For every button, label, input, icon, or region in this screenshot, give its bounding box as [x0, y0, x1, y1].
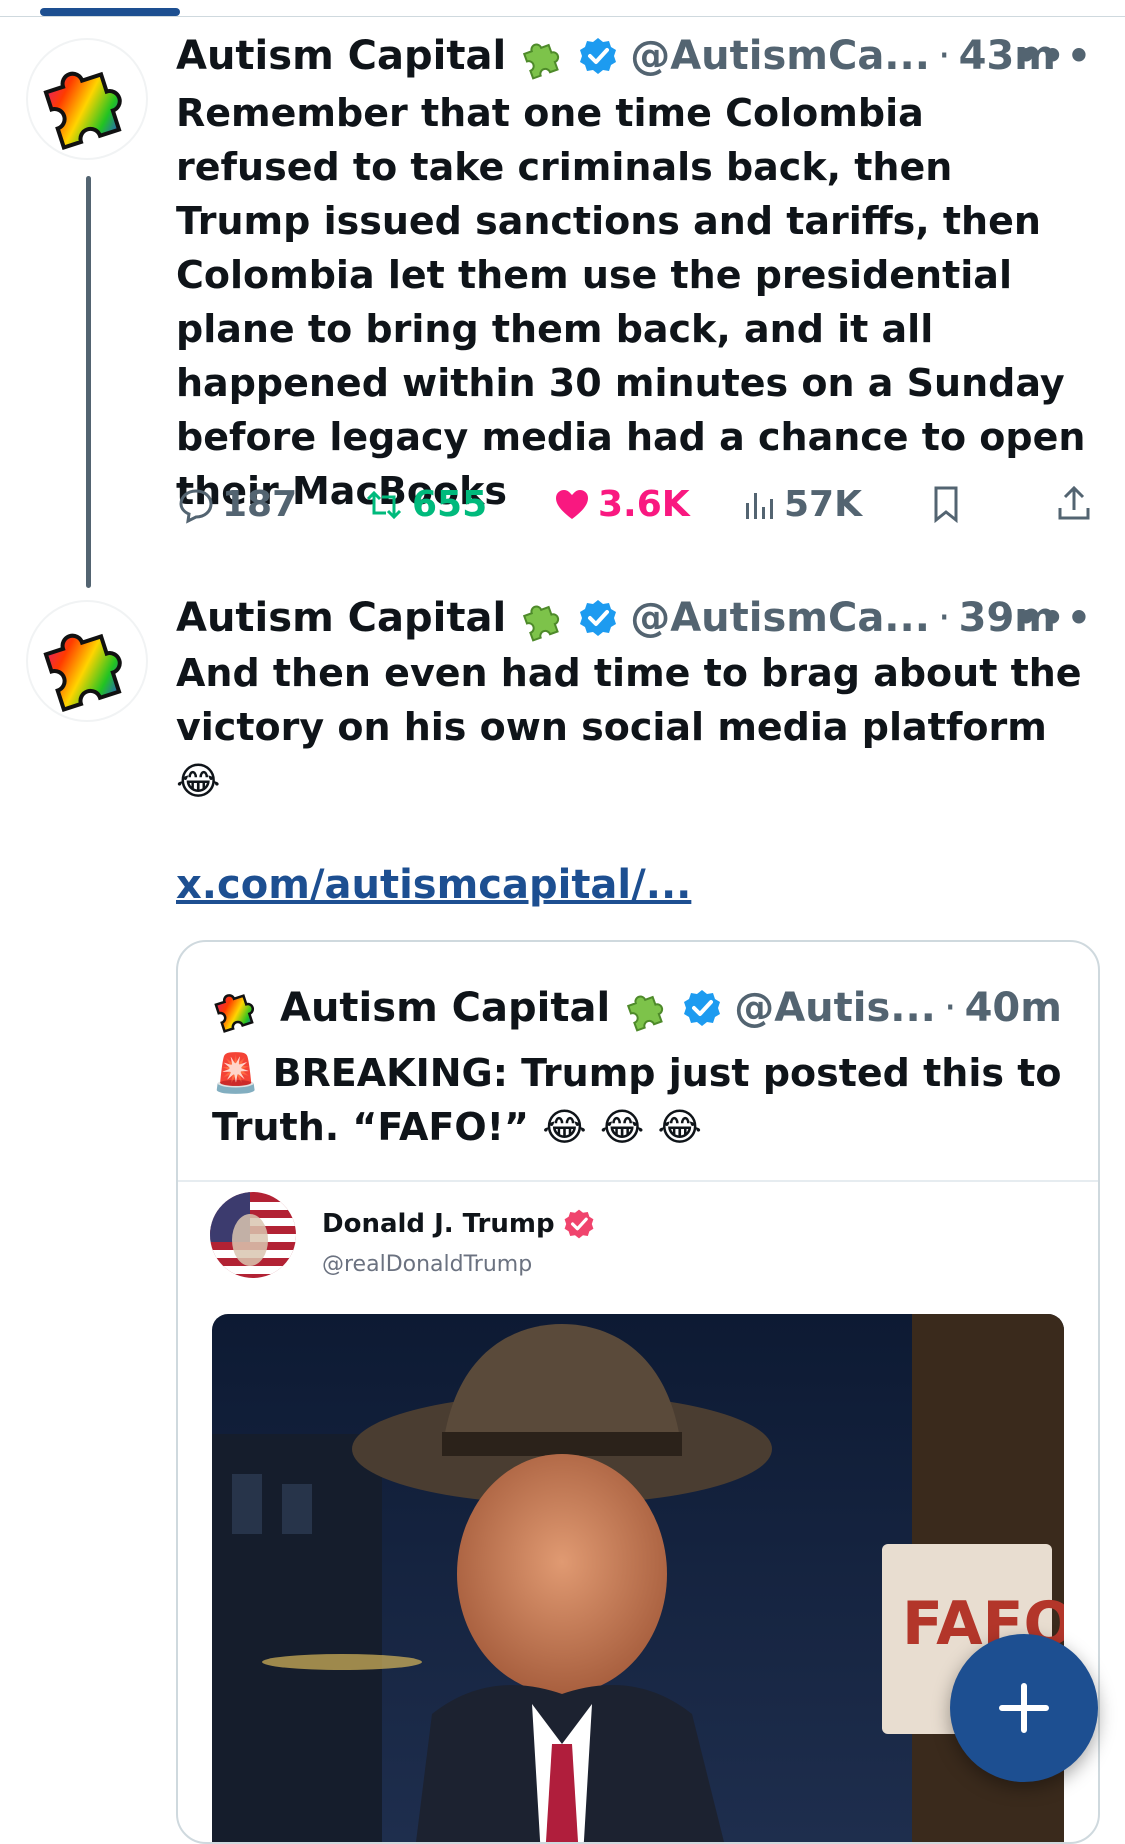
view-count: 57K — [784, 484, 862, 525]
tweet-text: And then even had time to brag about the… — [176, 646, 1096, 808]
puzzle-icon — [214, 994, 254, 1033]
repost-count: 655 — [412, 484, 488, 525]
verified-badge-icon — [580, 600, 617, 636]
truth-author-handle[interactable]: @realDonaldTrump — [322, 1252, 532, 1277]
compose-button[interactable] — [950, 1634, 1098, 1782]
tweet-text-content: And then even had time to brag about the… — [176, 651, 1082, 749]
puzzle-icon — [43, 71, 122, 151]
verified-badge-icon — [580, 38, 617, 74]
reply-button[interactable]: 187 — [176, 484, 297, 525]
views-icon — [746, 492, 773, 519]
more-icon[interactable]: ••• — [1014, 34, 1093, 78]
share-button[interactable] — [1056, 484, 1098, 524]
puzzle-icon — [43, 633, 122, 713]
tweet-text: Remember that one time Colombia refused … — [176, 91, 1086, 513]
tab-indicator — [40, 8, 180, 16]
flag-portrait-icon — [210, 1192, 296, 1278]
truth-name-text: Donald J. Trump — [322, 1209, 555, 1239]
quoted-author-name[interactable]: Autism Capital — [280, 985, 610, 1031]
quoted-author-handle[interactable]: @Autis... — [734, 985, 936, 1031]
puzzle-icon — [523, 43, 560, 80]
quoted-text: 🚨 BREAKING: Trump just posted this to Tr… — [212, 1046, 1082, 1154]
verified-badge-icon — [684, 990, 721, 1026]
puzzle-icon — [627, 995, 664, 1032]
tweet-header: Autism Capital @AutismCa... · 43m — [176, 30, 1056, 82]
tweet-header: Autism Capital @AutismCa... · 39m — [176, 592, 1056, 644]
share-icon — [1058, 485, 1090, 520]
puzzle-icon — [523, 605, 560, 642]
trump-fedora-image: FAFO — [212, 1314, 1064, 1842]
bookmark-icon — [934, 486, 958, 524]
more-icon[interactable]: ••• — [1014, 596, 1093, 640]
action-bar: 187 655 3.6K 57K — [176, 484, 1096, 540]
author-avatar[interactable] — [28, 40, 146, 158]
reply-count: 187 — [222, 484, 298, 525]
tweet-link[interactable]: x.com/autismcapital/... — [176, 862, 691, 908]
quoted-divider — [178, 1180, 1098, 1182]
siren-emoji: 🚨 — [212, 1051, 260, 1095]
thread-connector — [86, 176, 91, 588]
repost-icon — [366, 490, 402, 519]
author-handle[interactable]: @AutismCa... — [630, 33, 930, 79]
repost-button[interactable]: 655 — [362, 484, 487, 525]
author-name[interactable]: Autism Capital — [176, 33, 506, 79]
post-image[interactable]: FAFO — [212, 1314, 1064, 1842]
quoted-header: Autism Capital @Autis... · 40m — [210, 980, 1062, 1036]
laughing-emoji: 😂 — [176, 759, 221, 803]
separator-dot: · — [943, 985, 957, 1031]
like-button[interactable]: 3.6K — [552, 484, 690, 525]
author-name[interactable]: Autism Capital — [176, 595, 506, 641]
views-button[interactable]: 57K — [742, 484, 862, 525]
bookmark-button[interactable] — [928, 484, 970, 524]
author-avatar[interactable] — [28, 602, 146, 720]
laughing-emojis: 😂 😂 😂 — [542, 1105, 702, 1149]
like-count: 3.6K — [598, 484, 690, 525]
author-handle[interactable]: @AutismCa... — [630, 595, 930, 641]
verified-badge-icon — [564, 1209, 593, 1239]
reply-icon — [179, 488, 213, 524]
separator-dot: · — [937, 33, 951, 79]
like-icon — [556, 489, 588, 519]
truth-author-name[interactable]: Donald J. Trump — [322, 1208, 595, 1240]
separator-dot: · — [937, 595, 951, 641]
compose-plus-icon — [999, 1683, 1049, 1733]
header-divider — [0, 16, 1125, 17]
truth-avatar — [210, 1192, 296, 1278]
quoted-post-time[interactable]: 40m — [965, 985, 1062, 1031]
